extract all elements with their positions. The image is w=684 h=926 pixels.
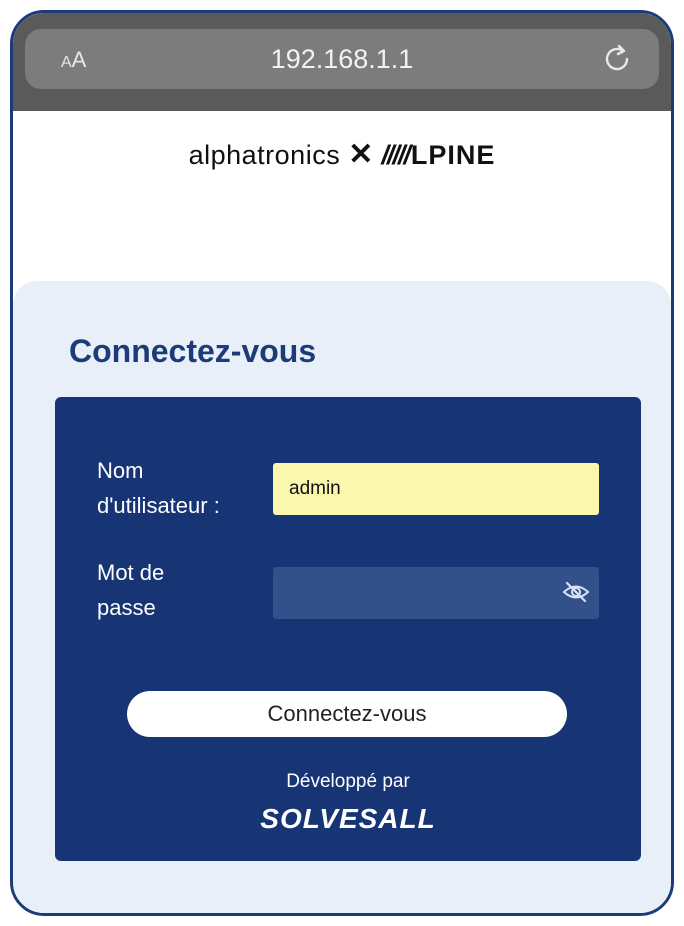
login-card: Nom d'utilisateur : Mot de passe Connect… [55,397,641,861]
brand-stripes: ///// [381,140,410,170]
login-button[interactable]: Connectez-vous [127,691,567,737]
page-title: Connectez-vous [69,333,317,369]
username-label-line2: d'utilisateur : [97,493,220,518]
password-label: Mot de passe [97,555,257,625]
eye-slash-icon[interactable] [561,577,591,607]
password-input[interactable] [273,567,599,619]
address-bar[interactable]: AA 192.168.1.1 [25,29,659,89]
reload-icon[interactable] [601,43,633,75]
url-text[interactable]: 192.168.1.1 [25,44,659,75]
browser-toolbar: AA 192.168.1.1 [13,13,671,111]
phone-frame: AA 192.168.1.1 alphatronics ✕/////LPINE C… [10,10,674,916]
brand-alphatronics: alphatronics [188,140,341,170]
password-label-line2: passe [97,595,156,620]
brand-alpine: LPINE [410,140,496,170]
username-label-line1: Nom [97,458,144,483]
brand-logo: alphatronics ✕/////LPINE [13,137,671,172]
developer-logo: SOLVESALL [260,803,436,834]
brand-cross-icon: ✕ [348,138,374,171]
username-input[interactable] [273,463,599,515]
developed-by-text: Développé par [286,771,410,792]
login-panel: Connectez-vous Nom d'utilisateur : Mot d… [13,281,671,913]
username-label: Nom d'utilisateur : [97,453,257,523]
password-label-line1: Mot de [97,560,165,585]
